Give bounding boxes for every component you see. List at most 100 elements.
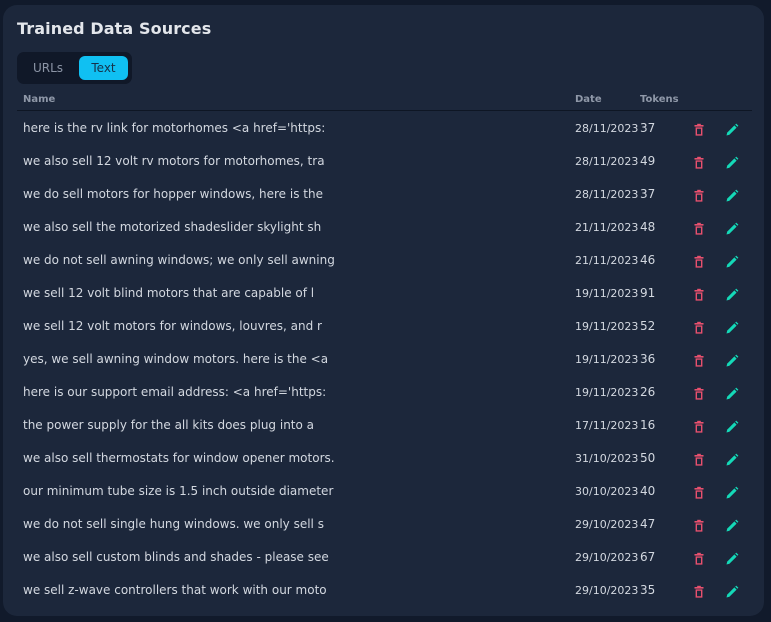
row-name: here is the rv link for motorhomes <a hr…	[23, 112, 325, 145]
delete-button[interactable]	[692, 386, 706, 400]
table-row: we sell 12 volt blind motors that are ca…	[17, 277, 752, 310]
edit-button[interactable]	[725, 584, 739, 598]
delete-button[interactable]	[692, 254, 706, 268]
delete-button[interactable]	[692, 485, 706, 499]
delete-button[interactable]	[692, 584, 706, 598]
page-title: Trained Data Sources	[17, 19, 211, 38]
edit-button[interactable]	[725, 353, 739, 367]
edit-button[interactable]	[725, 419, 739, 433]
delete-button[interactable]	[692, 452, 706, 466]
delete-button[interactable]	[692, 353, 706, 367]
row-name: we sell z-wave controllers that work wit…	[23, 574, 327, 607]
trash-icon	[692, 552, 706, 566]
delete-button[interactable]	[692, 551, 706, 565]
table-row: we also sell 12 volt rv motors for motor…	[17, 145, 752, 178]
trash-icon	[692, 222, 706, 236]
row-date: 29/10/2023	[575, 508, 638, 541]
trained-data-sources-panel: Trained Data Sources URLs Text Name Date…	[3, 5, 764, 616]
edit-button[interactable]	[725, 155, 739, 169]
row-tokens: 36	[640, 343, 655, 376]
edit-button[interactable]	[725, 551, 739, 565]
edit-button[interactable]	[725, 320, 739, 334]
row-tokens: 47	[640, 508, 655, 541]
tab-text[interactable]: Text	[79, 56, 128, 80]
delete-button[interactable]	[692, 287, 706, 301]
delete-button[interactable]	[692, 518, 706, 532]
delete-button[interactable]	[692, 221, 706, 235]
row-date: 28/11/2023	[575, 145, 638, 178]
trash-icon	[692, 519, 706, 533]
row-date: 19/11/2023	[575, 343, 638, 376]
edit-button[interactable]	[725, 452, 739, 466]
delete-button[interactable]	[692, 188, 706, 202]
row-date: 21/11/2023	[575, 211, 638, 244]
row-date: 21/11/2023	[575, 244, 638, 277]
row-tokens: 26	[640, 376, 655, 409]
delete-button[interactable]	[692, 122, 706, 136]
edit-button[interactable]	[725, 287, 739, 301]
row-tokens: 37	[640, 178, 655, 211]
edit-button[interactable]	[725, 254, 739, 268]
column-header-tokens: Tokens	[640, 94, 679, 105]
delete-button[interactable]	[692, 155, 706, 169]
row-date: 28/11/2023	[575, 112, 638, 145]
row-name: we also sell the motorized shadeslider s…	[23, 211, 321, 244]
edit-button[interactable]	[725, 386, 739, 400]
row-tokens: 40	[640, 475, 655, 508]
row-name: we sell 12 volt blind motors that are ca…	[23, 277, 314, 310]
row-name: we also sell custom blinds and shades - …	[23, 541, 329, 574]
trash-icon	[692, 486, 706, 500]
row-name: we sell 12 volt motors for windows, louv…	[23, 310, 322, 343]
edit-button[interactable]	[725, 122, 739, 136]
pencil-icon	[725, 354, 739, 368]
row-date: 31/10/2023	[575, 442, 638, 475]
table-row: we sell z-wave controllers that work wit…	[17, 574, 752, 607]
pencil-icon	[725, 486, 739, 500]
trash-icon	[692, 123, 706, 137]
row-name: we do sell motors for hopper windows, he…	[23, 178, 323, 211]
tab-urls[interactable]: URLs	[21, 56, 75, 80]
row-name: here is our support email address: <a hr…	[23, 376, 326, 409]
row-name: the power supply for the all kits does p…	[23, 409, 314, 442]
row-tokens: 35	[640, 574, 655, 607]
pencil-icon	[725, 222, 739, 236]
column-header-name: Name	[23, 94, 55, 105]
table-row: we do not sell awning windows; we only s…	[17, 244, 752, 277]
table-row: we sell 12 volt motors for windows, louv…	[17, 310, 752, 343]
edit-button[interactable]	[725, 188, 739, 202]
table-row: we do not sell single hung windows. we o…	[17, 508, 752, 541]
trash-icon	[692, 321, 706, 335]
table-row: the power supply for the all kits does p…	[17, 409, 752, 442]
pencil-icon	[725, 519, 739, 533]
row-date: 29/10/2023	[575, 541, 638, 574]
row-tokens: 46	[640, 244, 655, 277]
table-row: yes, we sell awning window motors. here …	[17, 343, 752, 376]
row-date: 28/11/2023	[575, 178, 638, 211]
edit-button[interactable]	[725, 518, 739, 532]
trash-icon	[692, 255, 706, 269]
row-date: 17/11/2023	[575, 409, 638, 442]
row-name: we also sell thermostats for window open…	[23, 442, 335, 475]
row-tokens: 16	[640, 409, 655, 442]
row-date: 30/10/2023	[575, 475, 638, 508]
pencil-icon	[725, 420, 739, 434]
table-row: here is the rv link for motorhomes <a hr…	[17, 112, 752, 145]
row-name: our minimum tube size is 1.5 inch outsid…	[23, 475, 333, 508]
row-tokens: 91	[640, 277, 655, 310]
delete-button[interactable]	[692, 419, 706, 433]
pencil-icon	[725, 387, 739, 401]
edit-button[interactable]	[725, 485, 739, 499]
edit-button[interactable]	[725, 221, 739, 235]
table-row: we do sell motors for hopper windows, he…	[17, 178, 752, 211]
row-tokens: 37	[640, 112, 655, 145]
trash-icon	[692, 420, 706, 434]
row-date: 19/11/2023	[575, 310, 638, 343]
trash-icon	[692, 453, 706, 467]
pencil-icon	[725, 123, 739, 137]
table-row: our minimum tube size is 1.5 inch outsid…	[17, 475, 752, 508]
delete-button[interactable]	[692, 320, 706, 334]
trash-icon	[692, 354, 706, 368]
row-name: yes, we sell awning window motors. here …	[23, 343, 328, 376]
trash-icon	[692, 189, 706, 203]
trash-icon	[692, 288, 706, 302]
